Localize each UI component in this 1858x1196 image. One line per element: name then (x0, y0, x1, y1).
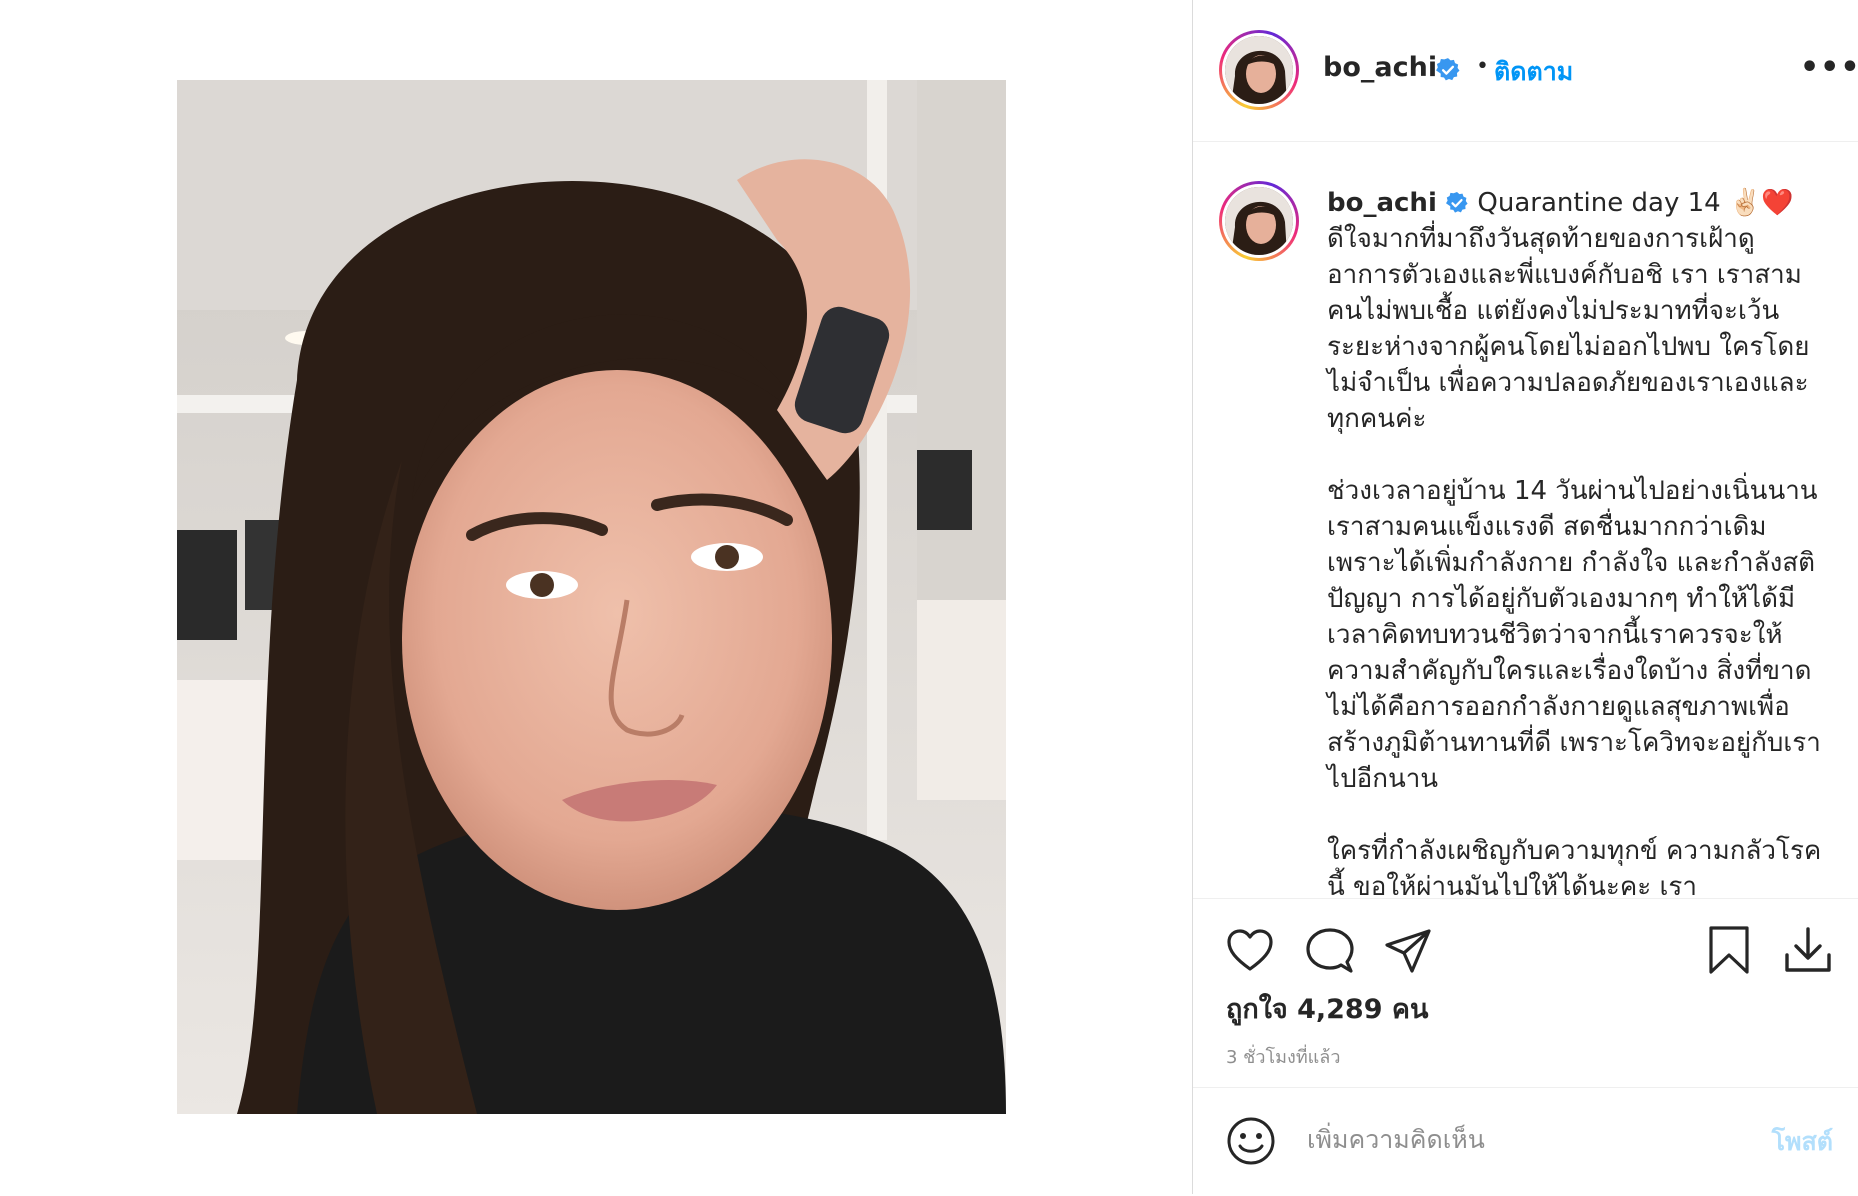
post-photo[interactable] (177, 80, 1006, 1114)
caption-avatar-image (1225, 187, 1293, 255)
post-timestamp[interactable]: 3 ชั่วโมงที่แล้ว (1226, 1042, 1340, 1071)
verified-badge-icon (1436, 58, 1460, 81)
post-header: bo_achi • ติดตาม ••• (1193, 0, 1858, 142)
comment-input[interactable] (1305, 1118, 1729, 1160)
caption-headline: Quarantine day 14 ✌🏻❤️ (1477, 188, 1794, 218)
avatar-image (1225, 36, 1293, 104)
post-sidebar: bo_achi • ติดตาม ••• bo_achi Quarantine … (1192, 0, 1858, 1194)
bookmark-icon[interactable] (1706, 925, 1752, 975)
caption-area: bo_achi Quarantine day 14 ✌🏻❤️ ดีใจมากที่… (1193, 141, 1858, 898)
share-icon[interactable] (1383, 927, 1433, 975)
emoji-icon[interactable] (1226, 1116, 1276, 1166)
follow-button[interactable]: ติดตาม (1494, 52, 1573, 92)
caption-avatar[interactable] (1219, 181, 1299, 261)
header-username[interactable]: bo_achi (1323, 52, 1437, 83)
more-options-button[interactable]: ••• (1800, 50, 1858, 85)
heart-icon[interactable] (1225, 927, 1275, 975)
comment-row: โพสต์ (1193, 1087, 1858, 1196)
caption-head: bo_achi Quarantine day 14 ✌🏻❤️ (1327, 185, 1827, 221)
action-bar: ถูกใจ 4,289 คน 3 ชั่วโมงที่แล้ว โพสต์ (1193, 898, 1858, 1195)
photo-panel (0, 0, 1192, 1194)
caption-username[interactable]: bo_achi (1327, 188, 1437, 218)
caption-text-block: bo_achi Quarantine day 14 ✌🏻❤️ ดีใจมากที่… (1327, 185, 1827, 898)
caption-text: ดีใจมากที่มาถึงวันสุดท้ายของการเฝ้าดูอาก… (1327, 224, 1822, 898)
caption-verified-badge-icon (1446, 192, 1468, 213)
comment-icon[interactable] (1305, 927, 1355, 975)
download-icon[interactable] (1783, 925, 1833, 975)
selfie-image (177, 80, 1006, 1114)
like-count[interactable]: ถูกใจ 4,289 คน (1226, 987, 1428, 1030)
separator-dot: • (1476, 54, 1489, 79)
post-comment-button[interactable]: โพสต์ (1772, 1122, 1833, 1162)
avatar[interactable] (1219, 30, 1299, 110)
